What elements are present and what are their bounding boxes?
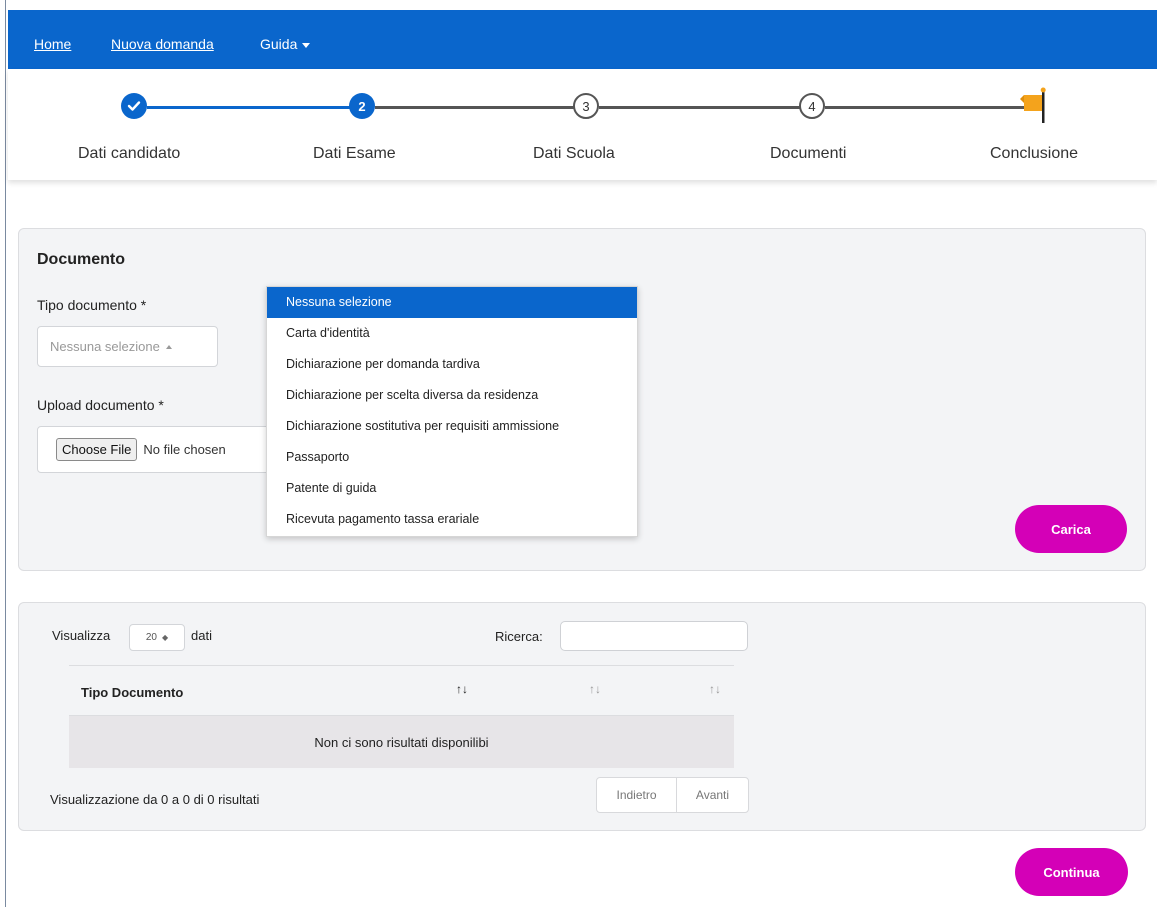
nav-home-link[interactable]: Home xyxy=(34,36,71,52)
table-header: Tipo Documento ↑↓ ↑↓ ↑↓ xyxy=(69,665,734,716)
option-driving-license[interactable]: Patente di guida xyxy=(267,473,637,504)
document-type-value: Nessuna selezione xyxy=(50,339,160,354)
step-2-circle: 2 xyxy=(349,93,375,119)
chevron-up-icon xyxy=(165,344,172,349)
empty-table-row: Non ci sono risultati disponilibi xyxy=(69,716,734,768)
previous-page-button[interactable]: Indietro xyxy=(597,778,677,812)
search-input[interactable] xyxy=(560,621,748,651)
step-1-check-icon xyxy=(121,93,147,119)
show-label: Visualizza xyxy=(52,628,111,643)
step-label-school: Dati Scuola xyxy=(533,145,615,162)
step-connector-2 xyxy=(375,106,581,109)
step-connector-1 xyxy=(147,106,357,109)
step-connector-4 xyxy=(825,106,1025,109)
entries-label: dati xyxy=(191,628,212,643)
page: Home Nuova domanda Guida 2 3 4 Dati cand… xyxy=(0,0,1157,907)
nav-new-application-link[interactable]: Nuova domanda xyxy=(111,36,214,52)
document-type-label: Tipo documento * xyxy=(37,297,147,313)
step-label-exam: Dati Esame xyxy=(313,145,396,162)
upload-document-label: Upload documento * xyxy=(37,397,164,413)
document-type-select[interactable]: Nessuna selezione xyxy=(37,326,218,367)
pagination: Indietro Avanti xyxy=(596,777,749,813)
continue-button[interactable]: Continua xyxy=(1015,848,1128,896)
file-input[interactable]: Choose File No file chosen xyxy=(37,426,289,473)
panel-title: Documento xyxy=(37,251,125,268)
step-label-conclusion: Conclusione xyxy=(990,145,1079,162)
option-different-residence[interactable]: Dichiarazione per scelta diversa da resi… xyxy=(267,380,637,411)
sort-icon[interactable]: ↑↓ xyxy=(709,682,721,696)
option-substitute-declaration[interactable]: Dichiarazione sostitutiva per requisiti … xyxy=(267,411,637,442)
file-status: No file chosen xyxy=(143,442,226,457)
top-navbar: Home Nuova domanda Guida xyxy=(8,10,1157,69)
step-3-circle: 3 xyxy=(573,93,599,119)
sort-icon[interactable]: ↑↓ xyxy=(456,682,468,696)
step-4-circle: 4 xyxy=(799,93,825,119)
column-header-document-type[interactable]: Tipo Documento xyxy=(81,685,183,700)
chevron-down-icon xyxy=(302,42,311,48)
option-passport[interactable]: Passaporto xyxy=(267,442,637,473)
choose-file-button[interactable]: Choose File xyxy=(56,438,138,461)
finish-flag-icon xyxy=(1020,87,1046,123)
page-length-value: 20 xyxy=(145,632,157,643)
sort-icon[interactable]: ↑↓ xyxy=(589,682,601,696)
option-late-application[interactable]: Dichiarazione per domanda tardiva xyxy=(267,349,637,380)
upload-button[interactable]: Carica xyxy=(1015,505,1127,553)
left-border xyxy=(5,0,6,907)
step-label-documents: Documenti xyxy=(770,145,847,162)
step-connector-3 xyxy=(599,106,801,109)
search-label: Ricerca: xyxy=(495,629,543,644)
option-none[interactable]: Nessuna selezione xyxy=(267,287,637,318)
option-tax-receipt[interactable]: Ricevuta pagamento tassa erariale xyxy=(267,504,637,535)
documents-table-panel: Visualizza 20 ◆ dati Ricerca: Tipo Docum… xyxy=(18,602,1146,831)
document-type-dropdown: Nessuna selezione Carta d'identità Dichi… xyxy=(266,286,638,537)
progress-stepper: 2 3 4 Dati candidato Dati Esame Dati Scu… xyxy=(8,69,1157,180)
nav-guide-menu[interactable]: Guida xyxy=(260,36,311,52)
nav-guide-label: Guida xyxy=(260,36,298,52)
option-identity-card[interactable]: Carta d'identità xyxy=(267,318,637,349)
table-info: Visualizzazione da 0 a 0 di 0 risultati xyxy=(50,792,260,807)
next-page-button[interactable]: Avanti xyxy=(677,778,748,812)
step-label-candidate: Dati candidato xyxy=(78,145,181,162)
sort-arrows-icon: ◆ xyxy=(161,633,169,642)
page-length-select[interactable]: 20 ◆ xyxy=(129,624,185,651)
